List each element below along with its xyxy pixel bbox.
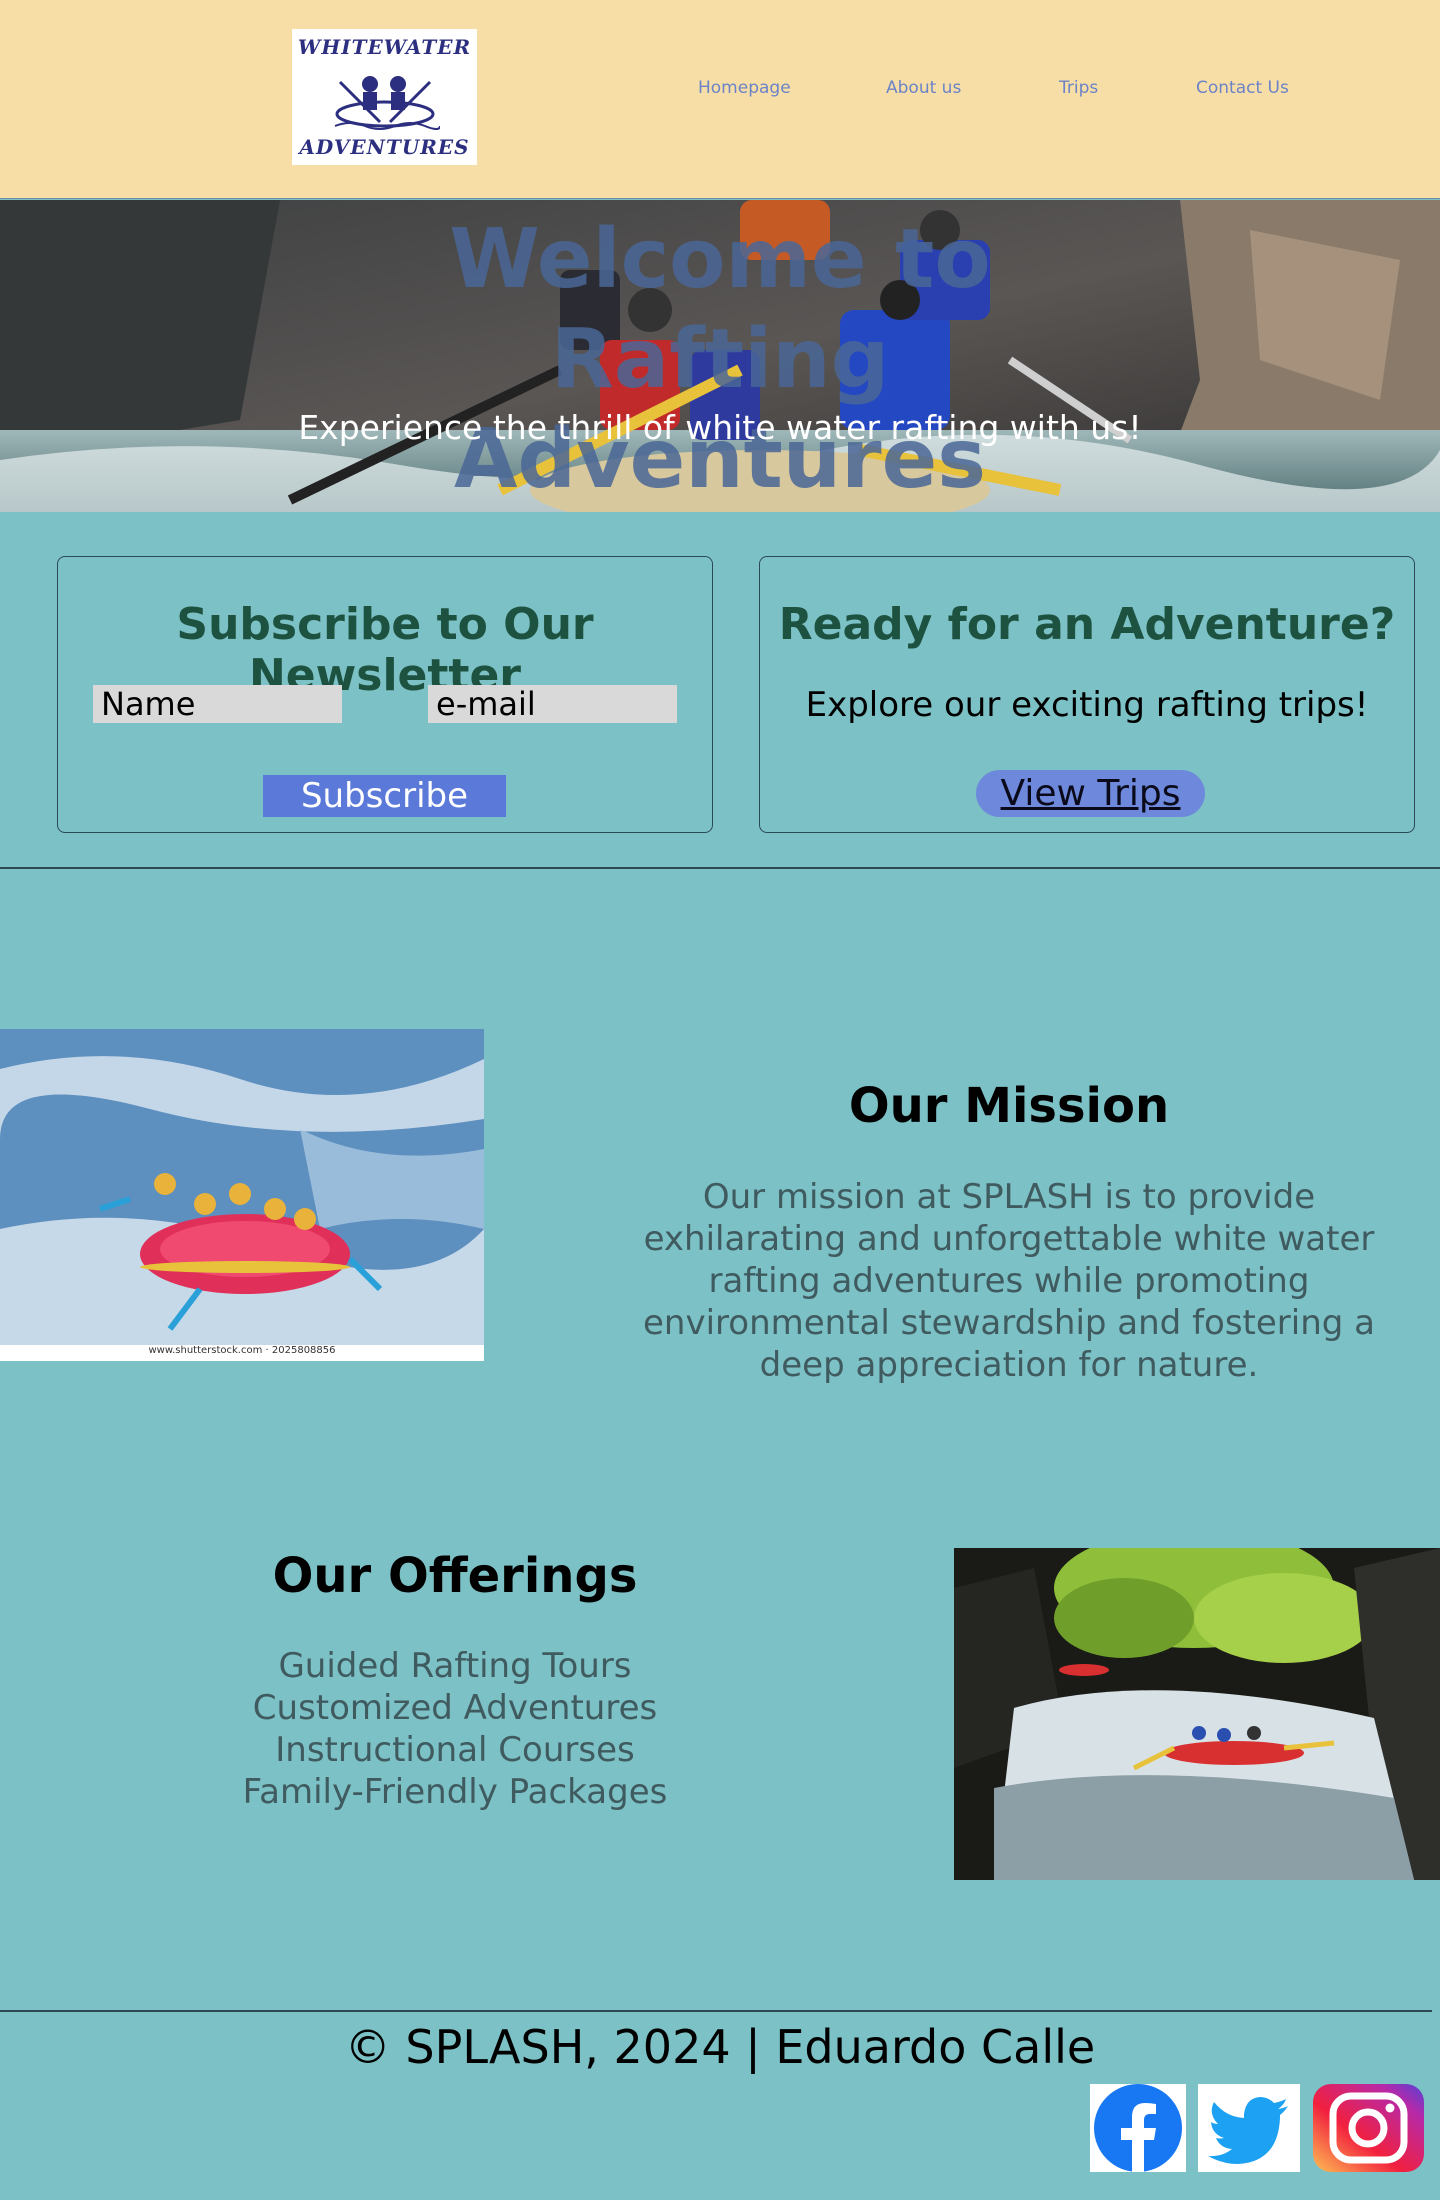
nav-homepage[interactable]: Homepage — [698, 78, 791, 98]
section-divider — [0, 867, 1440, 869]
newsletter-card: Subscribe to Our Newsletter Subscribe — [57, 556, 713, 833]
mission-body: Our mission at SPLASH is to provide exhi… — [643, 1177, 1375, 1385]
offerings-title: Our Offerings — [272, 1548, 638, 1604]
adventure-text: Explore our exciting rafting trips! — [805, 685, 1369, 725]
main-nav: Homepage About us Trips Contact Us — [0, 78, 1440, 100]
facebook-icon[interactable] — [1090, 2084, 1186, 2172]
email-input[interactable] — [428, 685, 677, 723]
site-header: WHITEWATER ADVENTURES Homepage About us … — [0, 0, 1440, 199]
twitter-icon[interactable] — [1198, 2084, 1300, 2172]
offering-item: Family-Friendly Packages — [242, 1772, 668, 1812]
hero-subtitle: Experience the thrill of white water raf… — [298, 408, 1142, 447]
hero-title: Welcome to Rafting Adventures — [449, 212, 991, 507]
hero-banner: Welcome to Rafting Adventures Experience… — [0, 200, 1440, 512]
adventure-card: Ready for an Adventure? Explore our exci… — [759, 556, 1415, 833]
adventure-title: Ready for an Adventure? — [778, 599, 1396, 650]
name-input[interactable] — [93, 685, 342, 723]
nav-contact-us[interactable]: Contact Us — [1196, 78, 1289, 98]
view-trips-button[interactable]: View Trips — [976, 770, 1205, 817]
image-watermark: www.shutterstock.com · 2025808856 — [148, 1345, 336, 1356]
mission-raft-image: www.shutterstock.com · 2025808856 — [0, 1029, 484, 1361]
offerings-raft-image — [954, 1548, 1440, 1880]
offering-item: Customized Adventures — [252, 1688, 658, 1728]
instagram-icon[interactable] — [1313, 2084, 1424, 2172]
footer-divider — [0, 2010, 1432, 2012]
mission-raft-photo — [0, 1029, 484, 1345]
nav-about-us[interactable]: About us — [886, 78, 961, 98]
logo-text-bottom: ADVENTURES — [299, 135, 470, 159]
offering-item: Instructional Courses — [275, 1730, 635, 1770]
footer-copyright: © SPLASH, 2024 | Eduardo Calle — [344, 2020, 1096, 2074]
offerings-raft-photo — [954, 1548, 1440, 1880]
nav-trips[interactable]: Trips — [1059, 78, 1098, 98]
mission-title: Our Mission — [848, 1078, 1170, 1134]
offering-item: Guided Rafting Tours — [278, 1646, 632, 1686]
subscribe-button[interactable]: Subscribe — [263, 775, 506, 817]
logo-text-top: WHITEWATER — [297, 35, 472, 59]
